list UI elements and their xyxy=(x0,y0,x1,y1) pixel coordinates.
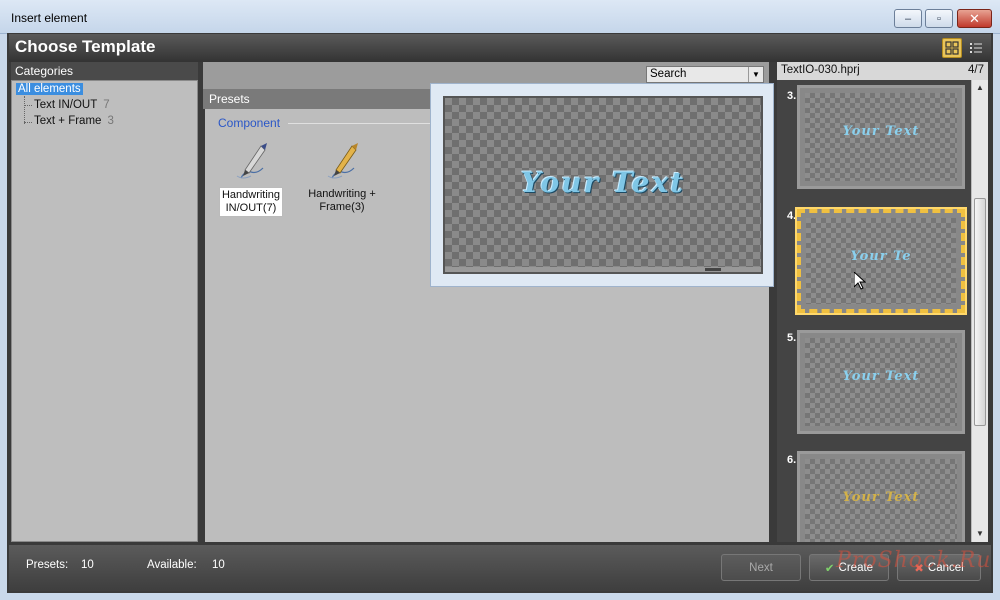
search-dropdown[interactable]: Search ▼ xyxy=(646,66,764,83)
tree-connector xyxy=(24,96,25,124)
thumbnail-number: 3. xyxy=(787,90,797,102)
preset-label-line1: Handwriting + xyxy=(308,188,376,200)
thumbnail-number: 6. xyxy=(787,454,797,466)
preview-text: Your Text xyxy=(520,166,686,199)
tree-connector xyxy=(24,122,32,123)
thumbnail-number: 4. xyxy=(787,210,797,222)
scroll-down-icon[interactable]: ▼ xyxy=(972,526,988,542)
category-all-elements[interactable]: All elements xyxy=(16,83,83,95)
component-group-label: Component xyxy=(218,116,281,130)
preview-popup: Your Text xyxy=(430,83,774,287)
preset-label-line1: Handwriting xyxy=(221,189,281,201)
close-button[interactable]: ✕ xyxy=(957,9,992,28)
thumbnail-number: 5. xyxy=(787,332,797,344)
thumbnail-list: 3. Your Text 4. Your Te 5. Your Text 6. … xyxy=(777,80,971,542)
thumbnail-item[interactable]: Your Text xyxy=(797,451,965,542)
preset-label: Handwriting IN/OUT(7) xyxy=(218,187,284,217)
available-count-value: 10 xyxy=(212,559,225,571)
list-view-icon xyxy=(970,43,982,53)
group-divider xyxy=(288,123,438,124)
thumbnail-item-selected[interactable]: Your Te xyxy=(797,209,965,313)
preset-label-line2: IN/OUT(7) xyxy=(225,202,277,214)
category-label: Text + Frame xyxy=(34,115,102,127)
preview-progress-knob xyxy=(705,268,721,271)
next-button-label: Next xyxy=(749,561,773,574)
thumbnail-text: Your Text xyxy=(842,490,920,505)
scroll-up-icon[interactable]: ▲ xyxy=(972,80,988,96)
chevron-down-icon[interactable]: ▼ xyxy=(748,67,763,82)
watermark-logo: ProShock.Ru xyxy=(836,548,992,573)
preset-label-line2: Frame(3) xyxy=(319,201,365,213)
list-view-button[interactable] xyxy=(966,38,986,58)
next-button[interactable]: Next xyxy=(721,554,801,581)
pen-icon xyxy=(327,143,358,179)
thumbnail-item[interactable]: Your Text xyxy=(797,330,965,434)
maximize-button[interactable]: ▫ xyxy=(925,9,953,28)
thumbnail-text: Your Text xyxy=(842,124,920,139)
page-indicator: 4/7 xyxy=(968,64,984,76)
presets-count-value: 10 xyxy=(81,559,94,571)
thumbnail-item[interactable]: Your Text xyxy=(797,85,965,189)
window-titlebar: Insert element ‒ ▫ ✕ xyxy=(0,0,1000,34)
dialog-header: Choose Template xyxy=(9,34,991,62)
preview-progress-bar xyxy=(445,267,761,272)
thumbnail-text: Your Text xyxy=(842,369,920,384)
tree-connector xyxy=(24,105,32,106)
preset-handwriting-in-out[interactable]: Handwriting IN/OUT(7) xyxy=(218,140,284,217)
search-value: Search xyxy=(650,68,687,80)
category-item-text-in-out[interactable]: Text IN/OUT 7 xyxy=(34,99,110,111)
presets-count-label: Presets: xyxy=(26,559,69,571)
category-count: 7 xyxy=(103,99,110,111)
preset-label: Handwriting + Frame(3) xyxy=(306,187,378,215)
check-icon: ✔ xyxy=(824,562,835,575)
window-title: Insert element xyxy=(11,11,88,25)
scrollbar-thumb[interactable] xyxy=(974,198,986,426)
page-title: Choose Template xyxy=(15,37,156,56)
grid-view-button[interactable] xyxy=(942,38,962,58)
grid-view-icon xyxy=(945,41,959,55)
categories-heading: Categories xyxy=(11,62,198,80)
file-panel-header: TextIO-030.hprj 4/7 xyxy=(777,62,988,80)
thumbnail-scrollbar[interactable]: ▲ ▼ xyxy=(971,80,988,542)
mouse-cursor-icon xyxy=(854,272,866,290)
available-count-label: Available: xyxy=(147,559,197,571)
category-item-text-frame[interactable]: Text + Frame 3 xyxy=(34,115,114,127)
thumbnail-text: Your Te xyxy=(850,249,912,264)
preview-canvas: Your Text xyxy=(443,96,763,274)
minimize-button[interactable]: ‒ xyxy=(894,9,922,28)
preset-handwriting-frame[interactable]: Handwriting + Frame(3) xyxy=(303,140,381,215)
pen-icon xyxy=(236,143,267,179)
category-count: 3 xyxy=(107,115,114,127)
categories-panel: All elements Text IN/OUT 7 Text + Frame 3 xyxy=(11,80,198,542)
category-label: Text IN/OUT xyxy=(34,99,98,111)
file-name: TextIO-030.hprj xyxy=(781,64,860,76)
